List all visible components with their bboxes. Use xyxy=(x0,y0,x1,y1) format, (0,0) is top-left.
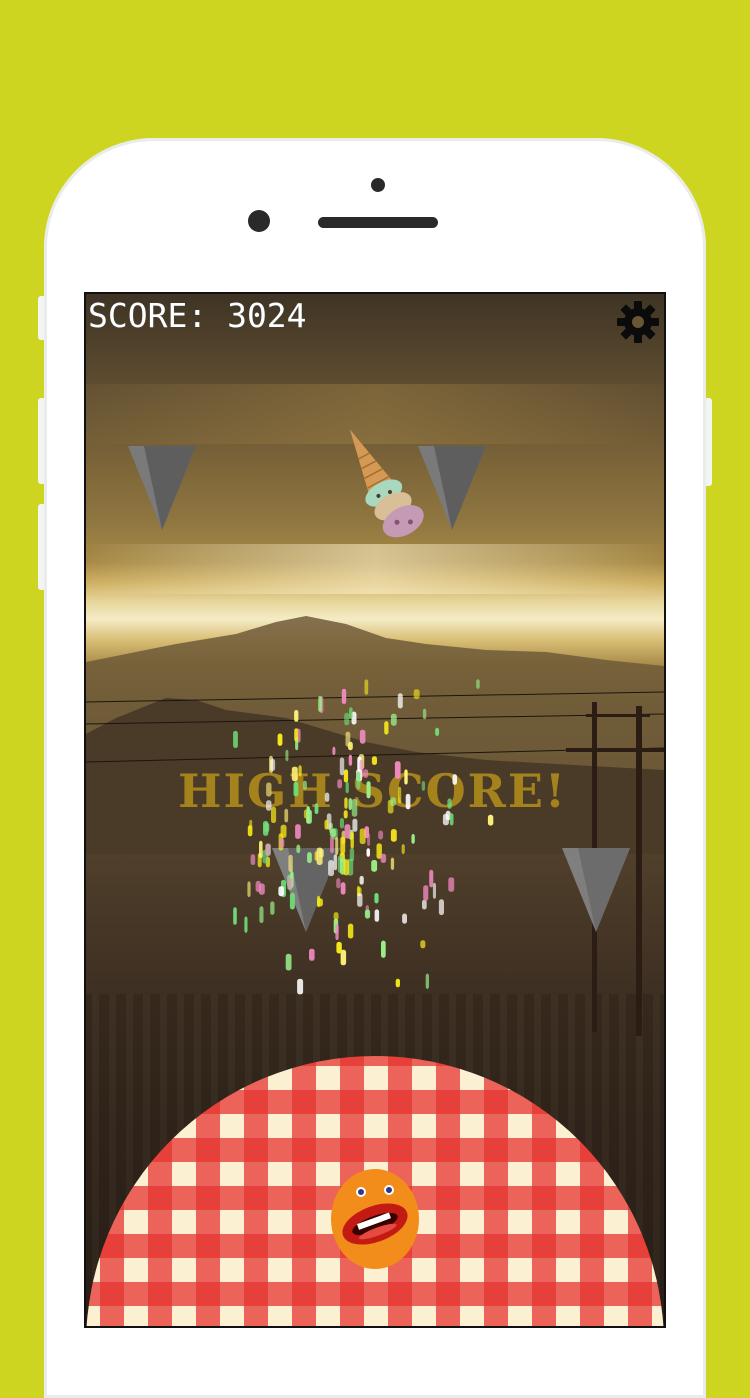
confetti-sprinkle xyxy=(356,885,360,897)
confetti-sprinkle xyxy=(340,882,346,895)
triangle-spike-icon xyxy=(562,848,630,932)
confetti-sprinkle xyxy=(259,906,264,924)
confetti-sprinkle xyxy=(357,887,362,897)
phone-speaker xyxy=(318,217,438,228)
confetti-sprinkle xyxy=(233,907,237,925)
confetti-sprinkle xyxy=(374,893,379,904)
power-pole-crossbar xyxy=(586,714,650,717)
confetti-sprinkle xyxy=(423,885,429,901)
confetti-sprinkle xyxy=(340,949,347,966)
confetti-sprinkle xyxy=(297,978,304,995)
score-display: SCORE: 3024 xyxy=(88,296,307,335)
confetti-sprinkle xyxy=(285,953,292,971)
confetti-sprinkle xyxy=(420,940,426,949)
confetti-sprinkle xyxy=(336,941,342,954)
confetti-sprinkle xyxy=(381,940,386,958)
confetti-sprinkle xyxy=(390,857,395,870)
confetti-sprinkle xyxy=(347,858,354,876)
confetti-sprinkle xyxy=(432,882,436,899)
cloud-streak xyxy=(86,544,664,594)
confetti-sprinkle xyxy=(425,973,429,989)
confetti-sprinkle xyxy=(364,909,371,919)
confetti-sprinkle xyxy=(357,893,363,907)
power-pole xyxy=(636,706,642,1036)
high-score-banner: HIGH SCORE! xyxy=(178,764,568,818)
mountain-range xyxy=(86,616,664,854)
confetti-sprinkle xyxy=(347,923,354,939)
confetti-sprinkle xyxy=(374,909,380,922)
confetti-sprinkle xyxy=(402,913,407,924)
confetti-sprinkle xyxy=(371,860,378,872)
confetti-sprinkle xyxy=(343,859,350,876)
confetti-sprinkle xyxy=(380,853,387,863)
confetti-sprinkle xyxy=(422,899,427,910)
confetti-sprinkle xyxy=(429,869,434,888)
confetti-sprinkle xyxy=(438,899,444,916)
confetti-sprinkle xyxy=(395,978,400,988)
confetti-sprinkle xyxy=(247,881,251,898)
confetti-sprinkle xyxy=(250,854,256,866)
phone-sensor xyxy=(371,178,385,192)
ice-cream-cone-icon xyxy=(349,429,424,538)
gear-icon[interactable] xyxy=(616,300,660,344)
confetti-sprinkle xyxy=(309,948,315,961)
confetti-sprinkle xyxy=(265,856,270,868)
confetti-sprinkle xyxy=(258,883,265,895)
confetti-sprinkle xyxy=(340,857,346,875)
confetti-sprinkle xyxy=(359,875,364,885)
game-screen[interactable]: SCORE: 3024 HIGH SCORE! xyxy=(84,292,666,1328)
power-pole-crossbar xyxy=(566,748,664,752)
confetti-sprinkle xyxy=(255,880,261,892)
triangle-spike-icon xyxy=(128,446,196,530)
triangle-spike-icon xyxy=(272,848,340,932)
confetti-sprinkle xyxy=(257,853,262,868)
confetti-sprinkle xyxy=(365,905,369,916)
confetti-sprinkle xyxy=(244,916,248,933)
phone-camera xyxy=(248,210,270,232)
orange-mouth-character-icon[interactable] xyxy=(330,1168,420,1270)
confetti-sprinkle xyxy=(448,877,455,892)
